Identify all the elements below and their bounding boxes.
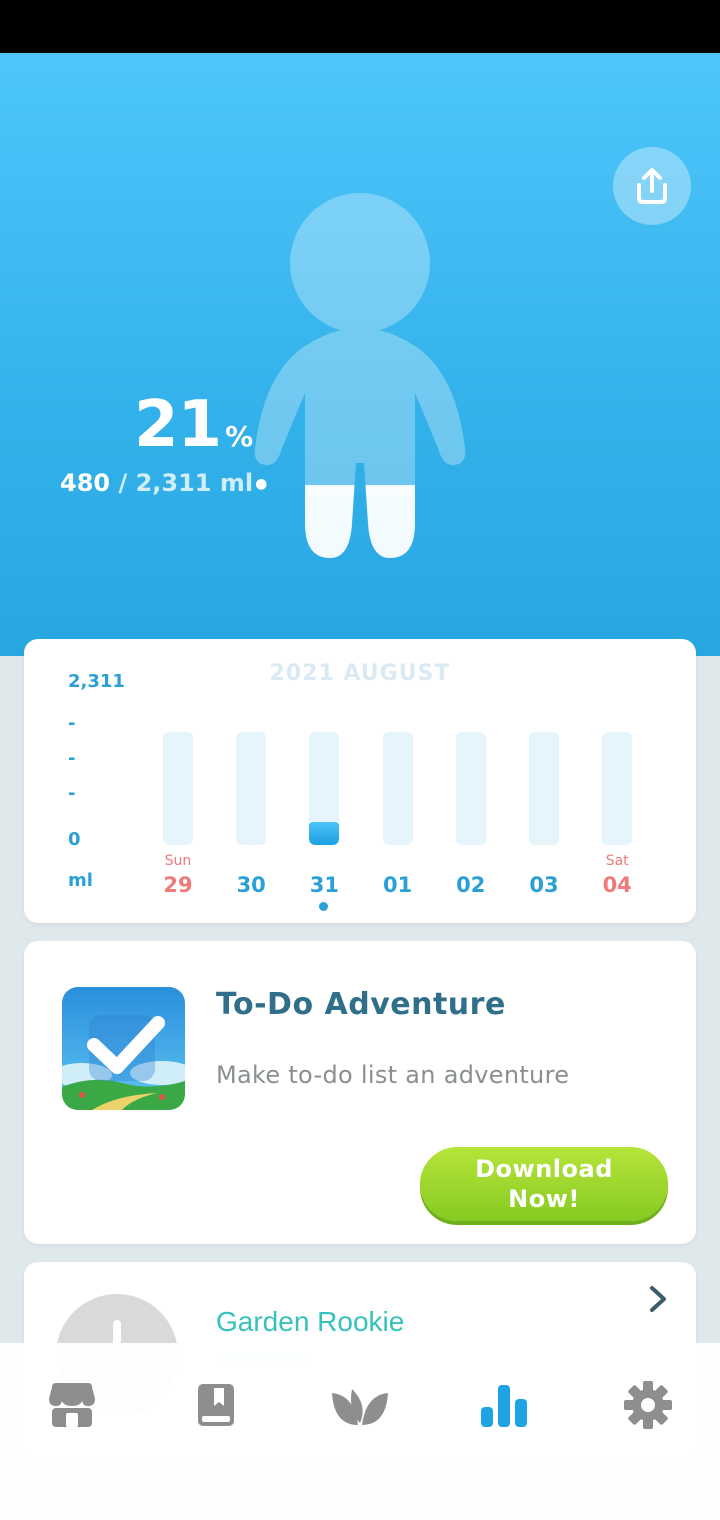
- nav-plant[interactable]: [330, 1375, 390, 1435]
- hydration-hero: 21% 480 / 2,311 ml ●: [0, 53, 720, 656]
- bottom-nav: [0, 1343, 720, 1520]
- settings-icon: [624, 1381, 672, 1429]
- promo-title: To-Do Adventure: [216, 987, 506, 1022]
- body-fill-figure: [254, 193, 466, 558]
- intake-current: 480: [60, 469, 111, 497]
- bar-01[interactable]: [382, 732, 413, 845]
- bar-04[interactable]: [602, 732, 633, 845]
- date-label-03[interactable]: 03: [514, 873, 574, 897]
- bar-30[interactable]: [236, 732, 267, 845]
- shop-icon: [49, 1383, 95, 1427]
- status-bar: [0, 0, 720, 53]
- download-now-button[interactable]: Download Now!: [420, 1147, 668, 1221]
- percent-sign: %: [225, 420, 254, 453]
- nav-settings[interactable]: [618, 1375, 678, 1435]
- share-icon: [637, 168, 667, 204]
- intake-amount[interactable]: 480 / 2,311 ml ●: [60, 469, 267, 497]
- todo-adventure-app-icon[interactable]: [62, 987, 185, 1110]
- day-of-week-label: Sun: [164, 853, 192, 869]
- percent-readout: 21%: [134, 393, 253, 457]
- bar-fill-31: [309, 821, 340, 845]
- achievement-title: Garden Rookie: [216, 1306, 405, 1337]
- plant-icon: [332, 1389, 388, 1425]
- chevron-right-icon[interactable]: [646, 1284, 670, 1314]
- date-label-04[interactable]: 04: [587, 873, 647, 897]
- bar-02[interactable]: [455, 732, 486, 845]
- y-tick-max: 2,311: [68, 671, 125, 692]
- y-tick: -: [68, 783, 76, 804]
- date-label-01[interactable]: 01: [368, 873, 428, 897]
- bar-31[interactable]: [309, 732, 340, 845]
- nav-shop[interactable]: [42, 1375, 102, 1435]
- stats-icon: [481, 1385, 527, 1427]
- journal-icon: [198, 1384, 234, 1426]
- bar-03[interactable]: [529, 732, 559, 845]
- date-label-02[interactable]: 02: [441, 873, 501, 897]
- promo-subtitle: Make to-do list an adventure: [216, 1061, 570, 1089]
- date-label-30[interactable]: 30: [221, 873, 281, 897]
- y-axis-unit: ml: [68, 870, 93, 891]
- weekly-chart-card: 2021 AUGUST 2,311 - - - 0 ml Sun 29 30 31 01…: [24, 639, 696, 923]
- date-label-29[interactable]: 29: [148, 873, 208, 897]
- day-of-week-label: Sat: [605, 853, 629, 869]
- y-tick: -: [68, 713, 76, 734]
- promo-card[interactable]: To-Do Adventure Make to-do list an adven…: [24, 941, 696, 1244]
- share-button[interactable]: [613, 147, 691, 225]
- y-tick-zero: 0: [68, 829, 81, 850]
- selected-day-dot: [319, 902, 329, 911]
- nav-journal[interactable]: [186, 1375, 246, 1435]
- percent-value: 21: [134, 388, 222, 462]
- download-now-label: Download Now!: [475, 1155, 613, 1213]
- caret-icon: ●: [255, 476, 268, 492]
- date-label-31[interactable]: 31: [294, 873, 354, 897]
- nav-stats[interactable]: [474, 1375, 534, 1435]
- intake-goal: / 2,311 ml: [110, 469, 254, 497]
- y-tick: -: [68, 748, 76, 769]
- bar-29[interactable]: [163, 732, 193, 845]
